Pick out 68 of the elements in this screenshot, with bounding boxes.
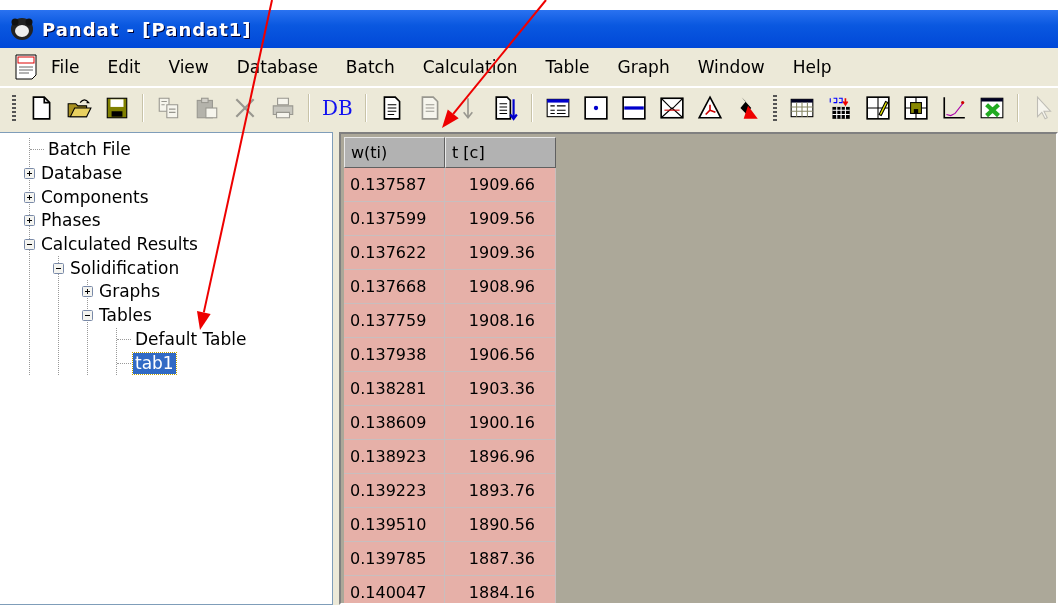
table-cell: 1890.56	[445, 508, 556, 542]
line-box-icon[interactable]	[620, 95, 647, 121]
menu-item[interactable]: Batch	[338, 55, 402, 79]
tree-item[interactable]: Default Table	[133, 328, 249, 350]
triangle-icon[interactable]	[696, 95, 723, 121]
expand-icon[interactable]	[24, 168, 35, 180]
menu-item[interactable]: Help	[785, 55, 839, 79]
dot-box-icon[interactable]	[582, 95, 609, 121]
table-cell: 0.137759	[344, 304, 445, 338]
envelope-icon[interactable]	[658, 95, 685, 121]
table-cell: 1884.16	[445, 576, 556, 603]
tree-item[interactable]: Database	[39, 163, 125, 185]
spreadsheet-icon[interactable]	[978, 95, 1005, 121]
table-cell: 1909.66	[445, 168, 556, 202]
tree-item[interactable]: Solidification	[68, 257, 182, 279]
menu-item[interactable]: Table	[538, 55, 597, 79]
tree-item[interactable]: tab1	[133, 352, 176, 374]
menu-item[interactable]: Graph	[610, 55, 677, 79]
menu-item[interactable]: View	[161, 55, 216, 79]
document-down-arrow-icon[interactable]	[492, 95, 519, 121]
tree-item[interactable]: Calculated Results	[39, 234, 200, 256]
expand-icon[interactable]	[24, 215, 35, 227]
menu-item[interactable]: Edit	[100, 55, 148, 79]
table-cell: 1906.56	[445, 338, 556, 372]
collapse-icon[interactable]	[53, 262, 64, 274]
table-cell: 1909.36	[445, 236, 556, 270]
table-cell: 0.138923	[344, 440, 445, 474]
window-title: Pandat - [Pandat1]	[42, 18, 252, 40]
expand-icon[interactable]	[24, 191, 35, 203]
table-cell: 0.137599	[344, 202, 445, 236]
tree-item[interactable]: Phases	[39, 210, 103, 232]
menu-item[interactable]: Window	[690, 55, 772, 79]
menu-item[interactable]: File	[44, 55, 87, 79]
column-header[interactable]: t [c]	[445, 137, 556, 168]
tree-item[interactable]: Components	[39, 186, 151, 208]
database-button[interactable]: DB	[322, 96, 353, 120]
table-cell: 1908.16	[445, 304, 556, 338]
table-cell: 0.140047	[344, 576, 445, 603]
table-cell: 0.138281	[344, 372, 445, 406]
pencil-grid-icon[interactable]	[864, 95, 891, 121]
table-cell: 1887.36	[445, 542, 556, 576]
collapse-icon[interactable]	[24, 239, 35, 251]
table-cell: 0.137668	[344, 270, 445, 304]
tree-item[interactable]: Tables	[97, 305, 154, 327]
table-cell: 0.138609	[344, 406, 445, 440]
collapse-icon[interactable]	[82, 310, 93, 322]
table-cell: 1900.16	[445, 406, 556, 440]
toolbar-grip[interactable]	[772, 95, 777, 121]
tree-item[interactable]: Graphs	[97, 281, 162, 303]
table-cell: 1896.96	[445, 440, 556, 474]
tree-item[interactable]: Batch File	[46, 139, 133, 161]
table-cell: 1908.96	[445, 270, 556, 304]
table-cell: 0.139223	[344, 474, 445, 508]
save-icon[interactable]	[104, 95, 130, 121]
table-cell: 1903.36	[445, 372, 556, 406]
line-chart-icon[interactable]	[940, 95, 967, 121]
column-header[interactable]: w(ti)	[344, 137, 445, 168]
table-cell: 0.137587	[344, 168, 445, 202]
table-cell: 1909.56	[445, 202, 556, 236]
expand-icon[interactable]	[82, 286, 93, 298]
app-logo-icon	[10, 17, 34, 41]
toolbar-grip[interactable]	[12, 95, 16, 121]
table-cell: 0.137938	[344, 338, 445, 372]
table-cell: 0.139785	[344, 542, 445, 576]
table-cell: 0.139510	[344, 508, 445, 542]
table-cell: 1893.76	[445, 474, 556, 508]
floppy-grid-icon[interactable]	[902, 95, 929, 121]
table-cell: 0.137622	[344, 236, 445, 270]
